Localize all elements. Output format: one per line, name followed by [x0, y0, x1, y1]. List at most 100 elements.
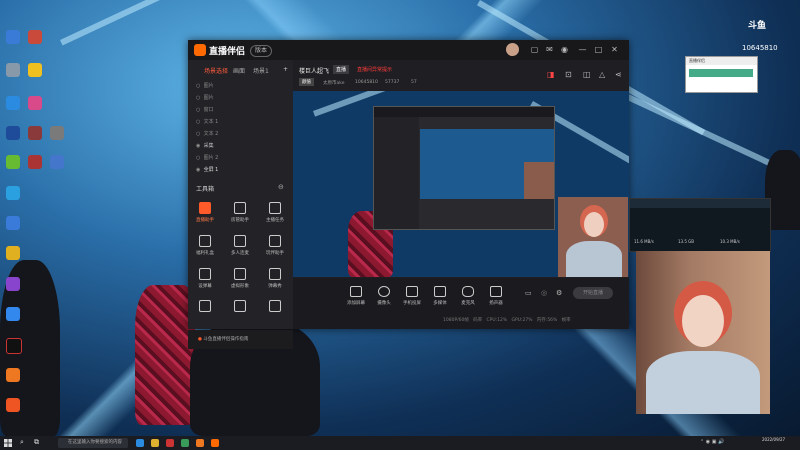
alert-icon[interactable]: ◨ [547, 70, 555, 79]
tool-show[interactable]: 弹幕秀 [260, 268, 290, 289]
desktop-icon[interactable] [28, 30, 42, 44]
version-pill[interactable]: 版本 [250, 45, 273, 57]
tool-partner[interactable]: 玩伴助手 [260, 235, 290, 256]
eye-icon[interactable]: ◎ [541, 289, 547, 297]
minimize-icon[interactable]: — [578, 45, 587, 54]
maximize-icon[interactable]: □ [594, 45, 603, 54]
microphone-button[interactable]: 麦克风 [453, 286, 483, 306]
close-icon[interactable]: ✕ [610, 45, 619, 54]
eye-icon[interactable]: ○ [196, 119, 202, 125]
app-titlebar[interactable]: 直播伴侣 版本 ▢ ✉ ◉ — □ ✕ [188, 40, 629, 60]
desktop-icon[interactable] [6, 126, 20, 140]
source-item[interactable]: ◉ 采集 [196, 142, 214, 149]
user-avatar[interactable] [506, 43, 519, 56]
notification-row[interactable] [689, 69, 753, 77]
room-name[interactable]: 楼巨人超飞 [299, 66, 329, 75]
source-item[interactable]: ○ 窗口 [196, 106, 214, 113]
source-item[interactable]: ○ 文本 1 [196, 118, 218, 125]
source-item[interactable]: ○ 图片 [196, 94, 214, 101]
add-scene-button[interactable]: + [283, 66, 288, 73]
category-badge[interactable]: 颜值 [299, 78, 314, 86]
desktop-icon[interactable] [28, 155, 42, 169]
desktop-icon[interactable] [28, 63, 42, 77]
camera-preview-large[interactable] [636, 251, 770, 414]
notice-bar[interactable]: ● 斗鱼直播伴侣操作指南 [188, 330, 293, 349]
desktop-icon[interactable] [6, 307, 20, 321]
lock-icon[interactable]: ⊡ [565, 70, 572, 79]
edge-browser-icon[interactable] [136, 439, 144, 447]
taskbar-app-icon[interactable] [166, 439, 174, 447]
desktop-icon[interactable] [6, 30, 20, 44]
eye-icon[interactable]: ○ [196, 131, 202, 137]
desktop-icon[interactable] [28, 126, 42, 140]
screen-icon [350, 286, 362, 297]
eye-icon[interactable]: ○ [196, 107, 202, 113]
taskbar-search-box[interactable]: 在这里输入你要搜索的内容 [58, 438, 128, 448]
windows-start-icon[interactable] [4, 439, 12, 447]
record-icon[interactable]: ▭ [525, 289, 532, 297]
live-app-taskbar-icon[interactable] [211, 439, 219, 447]
tool-assistant[interactable]: 直播助手 [190, 202, 220, 223]
gift-icon[interactable]: ▢ [530, 45, 539, 54]
desktop-icon[interactable] [6, 368, 20, 382]
tool-gift-box[interactable]: 福利礼盒 [190, 235, 220, 256]
eye-icon[interactable]: ○ [196, 95, 202, 101]
desktop-icon[interactable] [6, 96, 20, 110]
media-button[interactable]: 多媒体 [425, 286, 455, 306]
search-icon[interactable]: ⌕ [20, 438, 24, 447]
shield-icon[interactable]: ◫ [583, 70, 591, 79]
desktop-icon[interactable] [6, 338, 22, 354]
phone-cast-button[interactable]: 手机投屏 [397, 286, 427, 306]
source-item[interactable]: ○ 文本 2 [196, 130, 218, 137]
tool-more[interactable] [260, 300, 290, 312]
tool-multi-mic[interactable]: 多人连麦 [225, 235, 255, 256]
tool-danmaku[interactable]: 设弹幕 [190, 268, 220, 289]
eye-icon[interactable]: ○ [196, 83, 202, 89]
tab-canvas[interactable]: 画面 [233, 66, 245, 75]
desktop-icon[interactable] [6, 186, 20, 200]
desktop-icon[interactable] [6, 246, 20, 260]
broadcast-icon[interactable]: ◉ [560, 45, 569, 54]
eye-icon[interactable]: ◉ [196, 167, 202, 173]
toolbox-collapse-icon[interactable]: ⊖ [278, 183, 284, 191]
desktop-icon[interactable] [28, 96, 42, 110]
bell-icon[interactable]: △ [599, 70, 605, 79]
tab-scene-1[interactable]: 场景1 [253, 66, 269, 75]
taskbar-clock[interactable]: 2022/09/27 [762, 437, 785, 442]
tool-avatar[interactable]: 虚拟形象 [225, 268, 255, 289]
eye-icon[interactable]: ◉ [196, 143, 202, 149]
source-item[interactable]: ○ 图片 2 [196, 154, 218, 161]
share-icon[interactable]: ⋖ [615, 70, 622, 79]
tool-more[interactable] [225, 300, 255, 312]
tool-task[interactable]: 主播任务 [260, 202, 290, 223]
camera-button[interactable]: 摄像头 [369, 286, 399, 306]
eye-icon[interactable]: ○ [196, 155, 202, 161]
task-view-icon[interactable]: ⧉ [34, 438, 39, 447]
tool-more[interactable] [190, 300, 220, 312]
go-live-button[interactable]: 开始直播 [573, 287, 613, 299]
file-explorer-icon[interactable] [151, 439, 159, 447]
desktop-icon[interactable] [6, 277, 20, 291]
network-monitor-window[interactable]: 11.6 MB/s 13.5 GB 10.3 MB/s [629, 198, 771, 252]
taskbar-app-icon[interactable] [181, 439, 189, 447]
desktop-icon[interactable] [50, 126, 64, 140]
desktop-icon[interactable] [50, 155, 64, 169]
source-item[interactable]: ◉ 全屏 1 [196, 166, 218, 173]
tab-scene-select[interactable]: 场景选择 [204, 66, 228, 75]
taskbar-app-icon[interactable] [196, 439, 204, 447]
room-status[interactable]: 直播间异常提示 [357, 66, 392, 73]
desktop-icon[interactable] [6, 398, 20, 412]
source-item[interactable]: ○ 图片 [196, 82, 214, 89]
mail-icon[interactable]: ✉ [545, 45, 554, 54]
desktop-icon[interactable] [6, 155, 20, 169]
speaker-button[interactable]: 扬声器 [481, 286, 511, 306]
notification-popup[interactable]: 直播伴侣 [685, 56, 758, 93]
gear-icon[interactable]: ⚙ [556, 289, 562, 297]
add-screen-button[interactable]: 添加屏幕 [341, 286, 371, 306]
tool-admin[interactable]: 房管助手 [225, 202, 255, 223]
desktop-icon[interactable] [6, 216, 20, 230]
network-monitor-header [630, 199, 770, 208]
desktop-icon[interactable] [6, 63, 20, 77]
camera-preview-small[interactable] [558, 197, 628, 277]
system-tray-icons[interactable]: ⌃ ◉ ▣ 🔊 [700, 439, 724, 445]
